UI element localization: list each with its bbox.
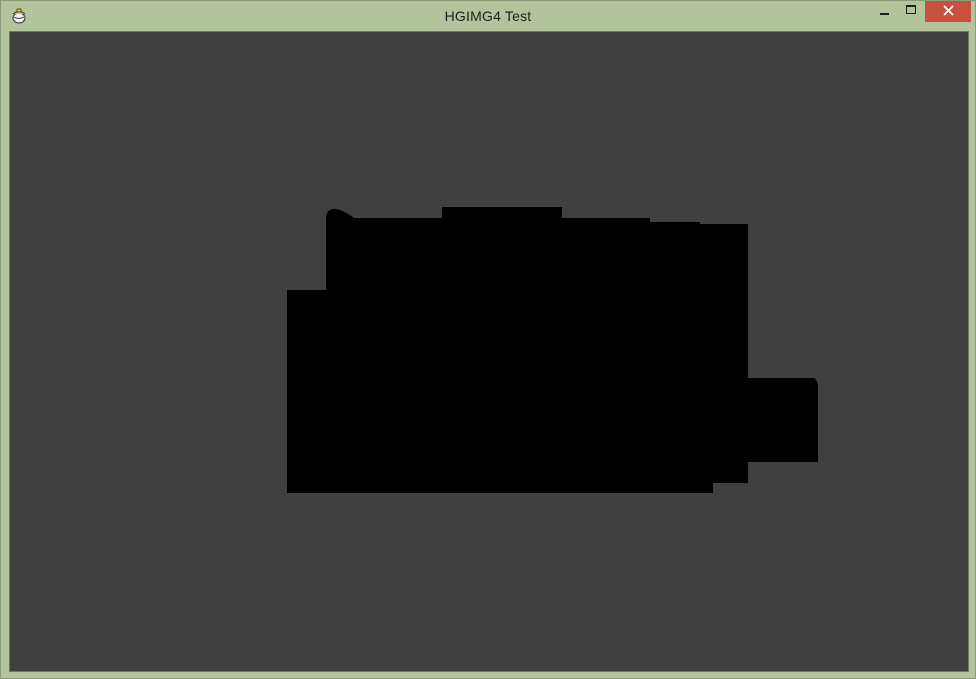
- app-window: HGIMG4 Test: [0, 0, 976, 679]
- title-bar[interactable]: HGIMG4 Test: [1, 1, 975, 31]
- window-title: HGIMG4 Test: [444, 8, 532, 24]
- maximize-button[interactable]: [897, 1, 924, 22]
- maximize-icon: [905, 5, 916, 14]
- rendered-3d-object: [287, 207, 818, 493]
- close-button[interactable]: [925, 1, 971, 22]
- minimize-button[interactable]: [871, 1, 897, 22]
- minimize-icon: [879, 13, 889, 15]
- scene-canvas: [287, 207, 818, 493]
- close-icon: [942, 3, 954, 21]
- render-viewport[interactable]: [9, 31, 969, 672]
